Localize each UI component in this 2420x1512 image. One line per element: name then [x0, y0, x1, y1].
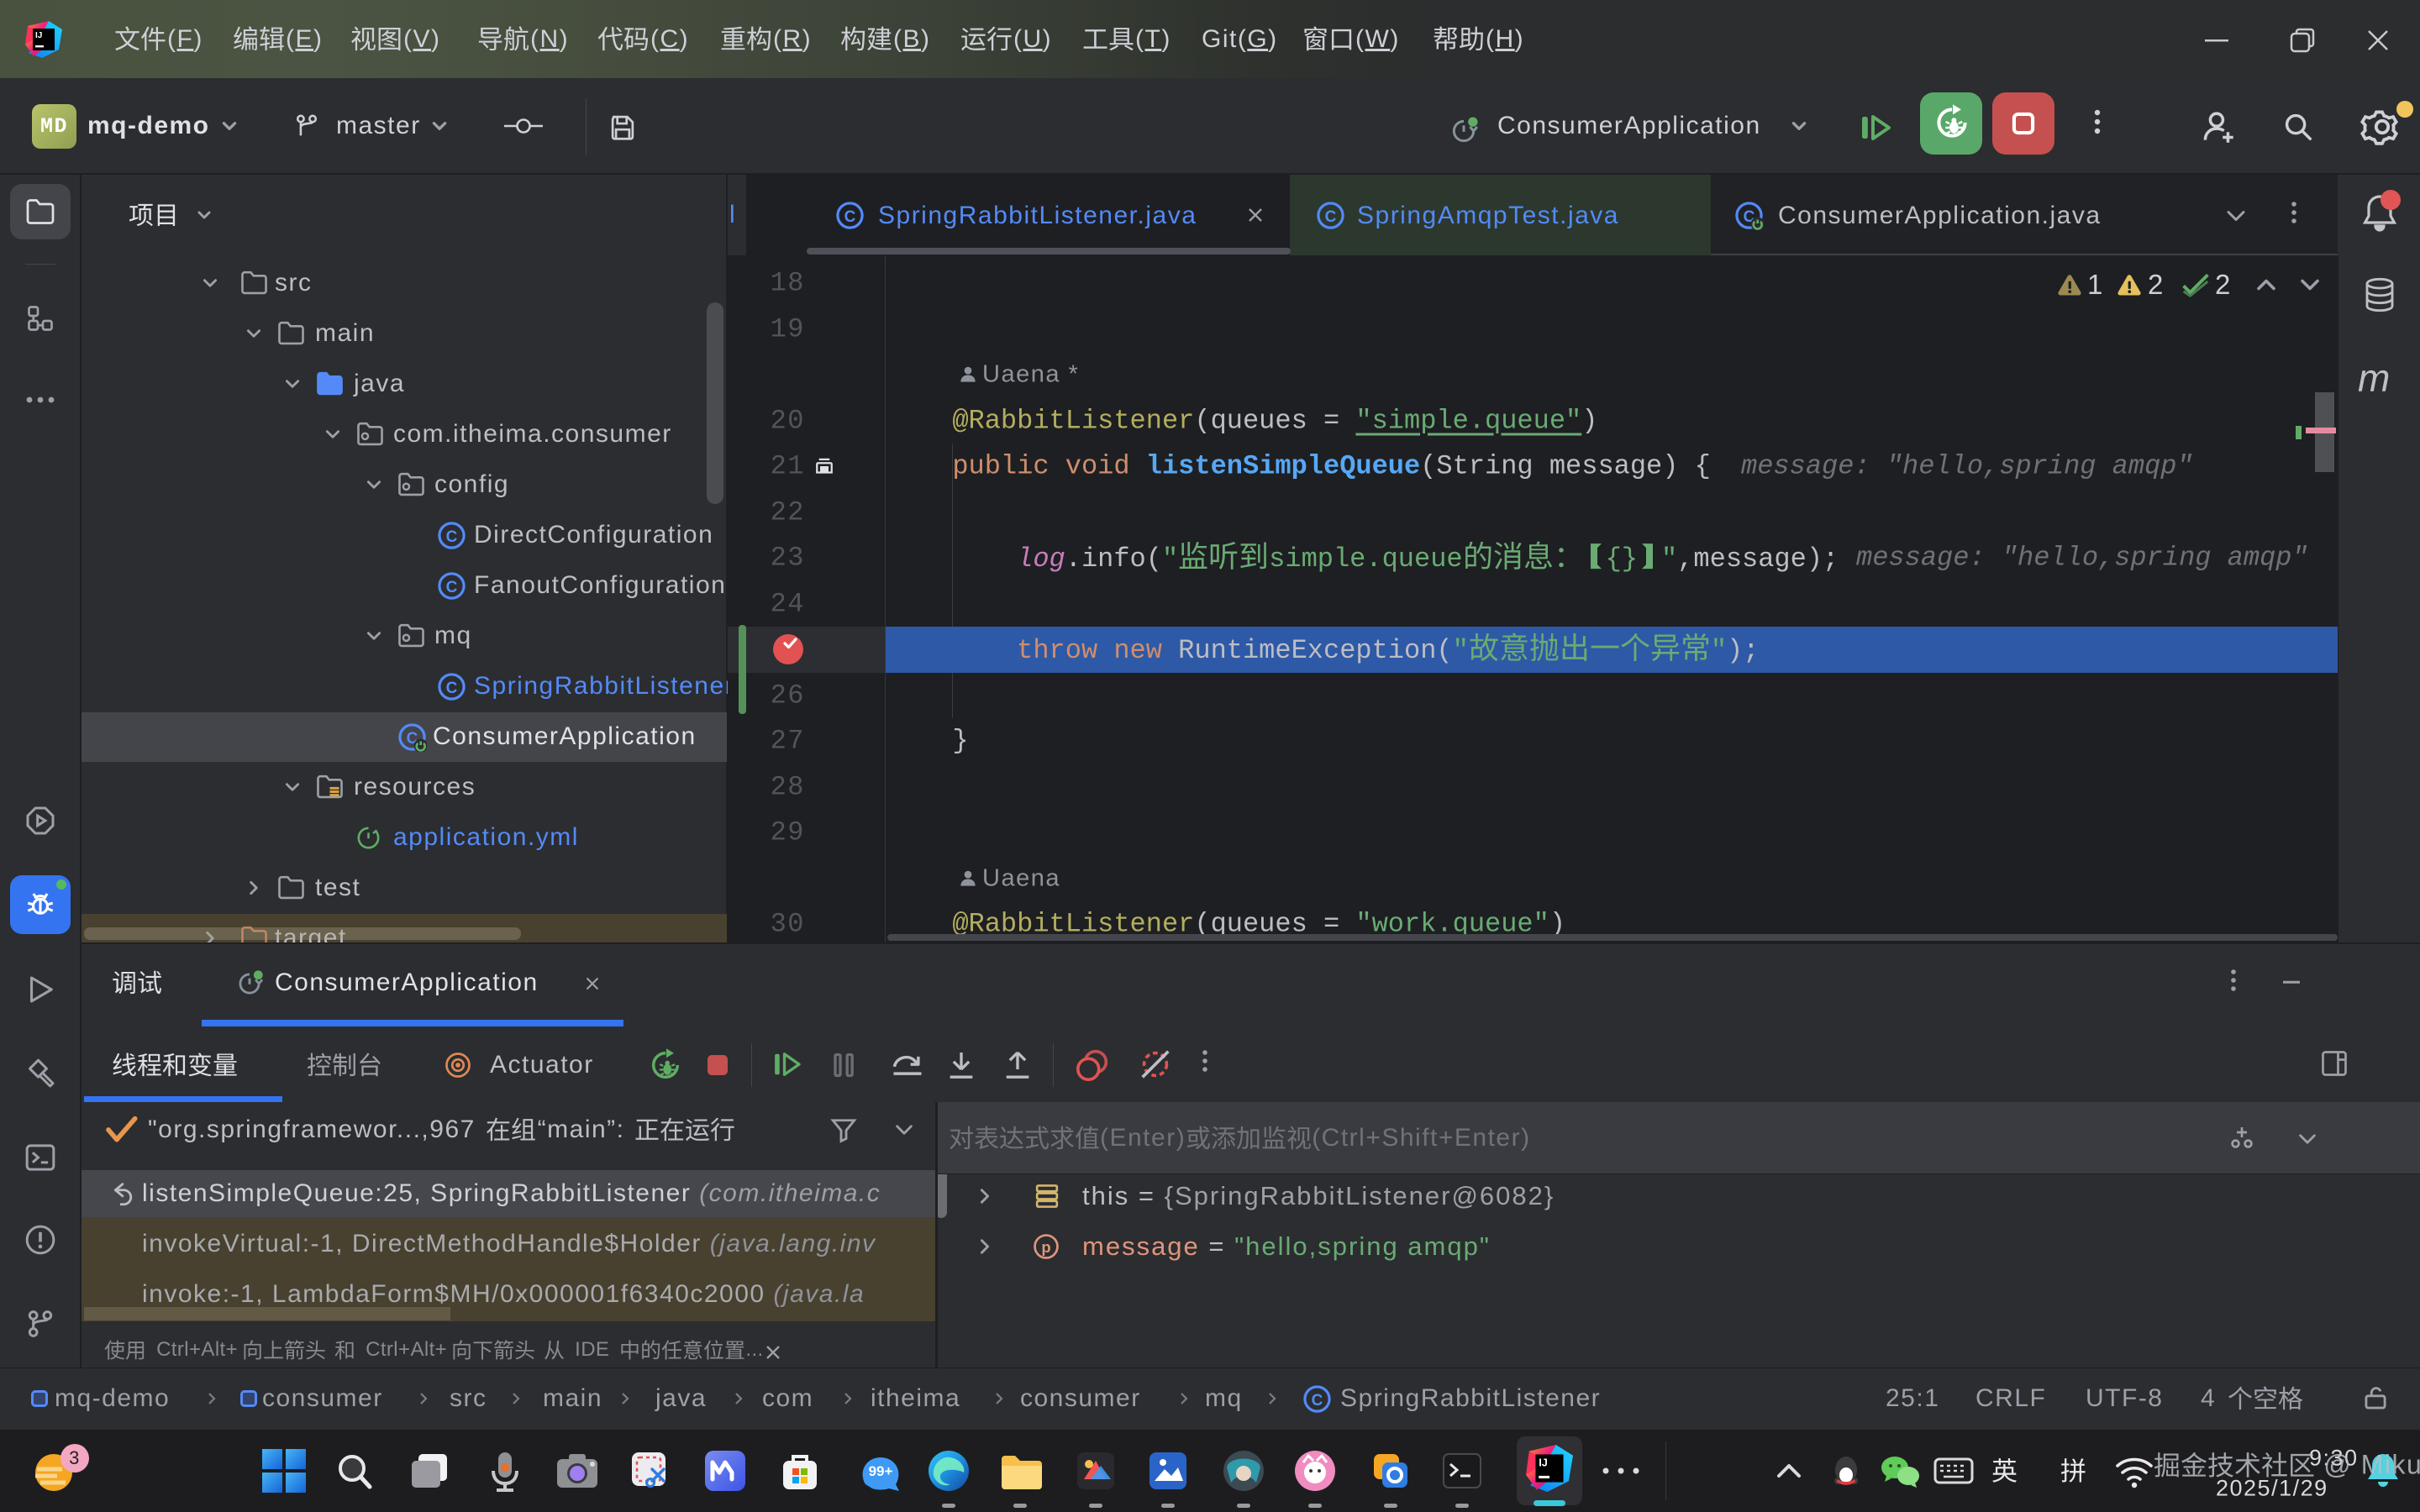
svg-text:C: C — [1325, 208, 1337, 226]
svg-text:C: C — [446, 528, 458, 546]
svg-text:C: C — [446, 680, 458, 697]
svg-text:IJ: IJ — [1539, 1456, 1548, 1468]
svg-text:C: C — [446, 579, 458, 596]
svg-text:C: C — [844, 208, 856, 226]
svg-text:p: p — [1041, 1238, 1050, 1256]
svg-text:99+: 99+ — [869, 1463, 893, 1479]
svg-text:IJ: IJ — [35, 31, 42, 40]
svg-text:C: C — [1312, 1392, 1323, 1410]
